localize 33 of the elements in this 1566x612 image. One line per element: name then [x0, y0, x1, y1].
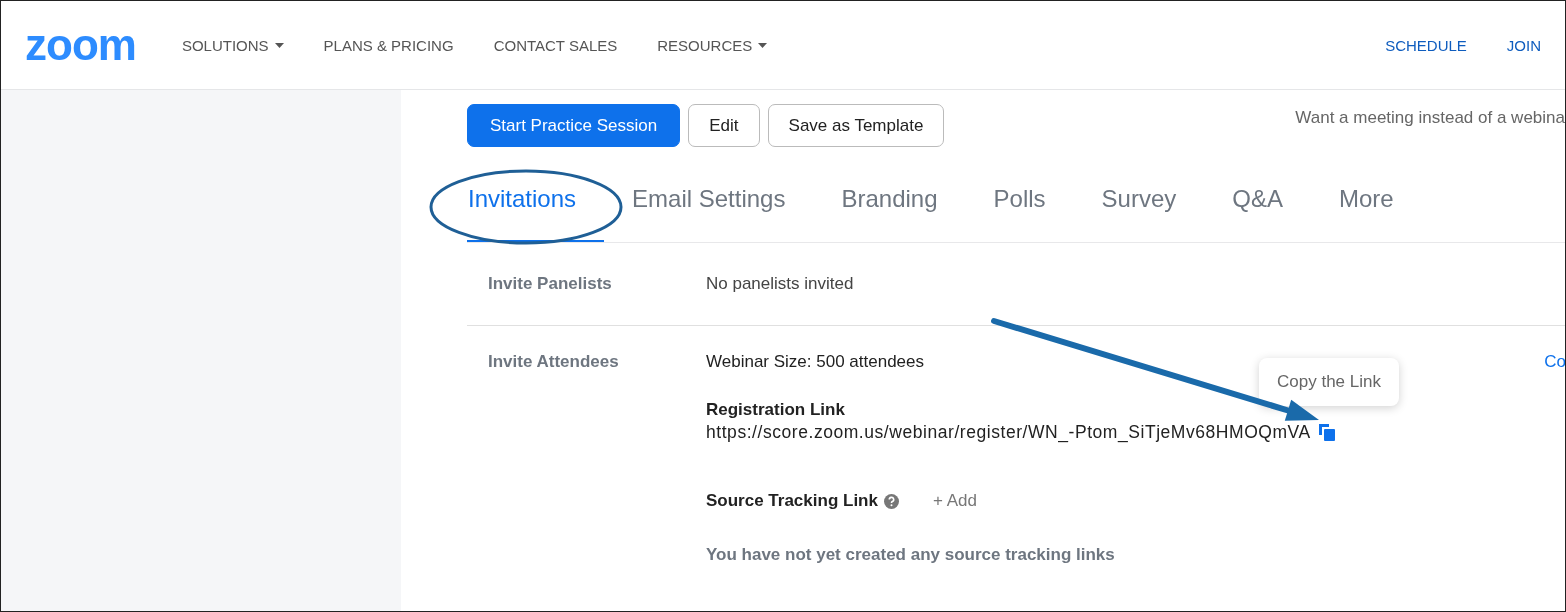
caret-icon	[274, 42, 284, 48]
nav-link[interactable]: SOLUTIONS	[181, 36, 284, 54]
tab[interactable]: Invitations	[467, 161, 605, 242]
tab[interactable]: Polls	[965, 161, 1074, 242]
registration-url: https://score.zoom.us/webinar/register/WN_-Ptom_SiTjeMv68HMOQmVA	[706, 422, 1311, 443]
nav-link[interactable]: PLANS & PRICING	[323, 36, 454, 54]
tab[interactable]: Branding	[813, 161, 966, 242]
row-value: No panelists invited	[706, 274, 854, 294]
primary-button[interactable]: Start Practice Session	[467, 104, 681, 147]
nav-link[interactable]: CONTACT SALES	[493, 36, 618, 54]
side-link[interactable]: Co	[1544, 352, 1565, 372]
secondary-button[interactable]: Save as Template	[767, 104, 945, 147]
tracking-label: Source Tracking Link	[706, 491, 878, 511]
tooltip: Copy the Link	[1259, 358, 1399, 406]
tab[interactable]: Email Settings	[604, 161, 814, 242]
tab[interactable]: Survey	[1073, 161, 1205, 242]
add-link[interactable]: + Add	[932, 491, 977, 511]
empty-message: You have not yet created any source tracking links	[706, 545, 1116, 565]
nav-link[interactable]: RESOURCES	[657, 36, 768, 54]
header-link[interactable]: SCHEDULE	[1385, 36, 1467, 54]
note-text: Want a meeting instead of a webina	[1295, 107, 1565, 128]
webinar-size-text: Webinar Size: 500 attendees	[706, 352, 924, 372]
row-label: Invite Panelists	[488, 274, 613, 294]
tab[interactable]: More	[1310, 161, 1422, 242]
row-label: Invite Attendees	[488, 352, 620, 373]
header-link[interactable]: JOIN	[1506, 36, 1541, 54]
registration-label: Registration Link	[706, 400, 845, 420]
logo[interactable]: zoom	[25, 23, 136, 67]
secondary-button[interactable]: Edit	[688, 104, 760, 147]
caret-icon	[758, 42, 768, 48]
copy-icon[interactable]	[1318, 424, 1335, 441]
help-icon[interactable]	[883, 493, 899, 509]
tab[interactable]: Q&A	[1204, 161, 1311, 242]
